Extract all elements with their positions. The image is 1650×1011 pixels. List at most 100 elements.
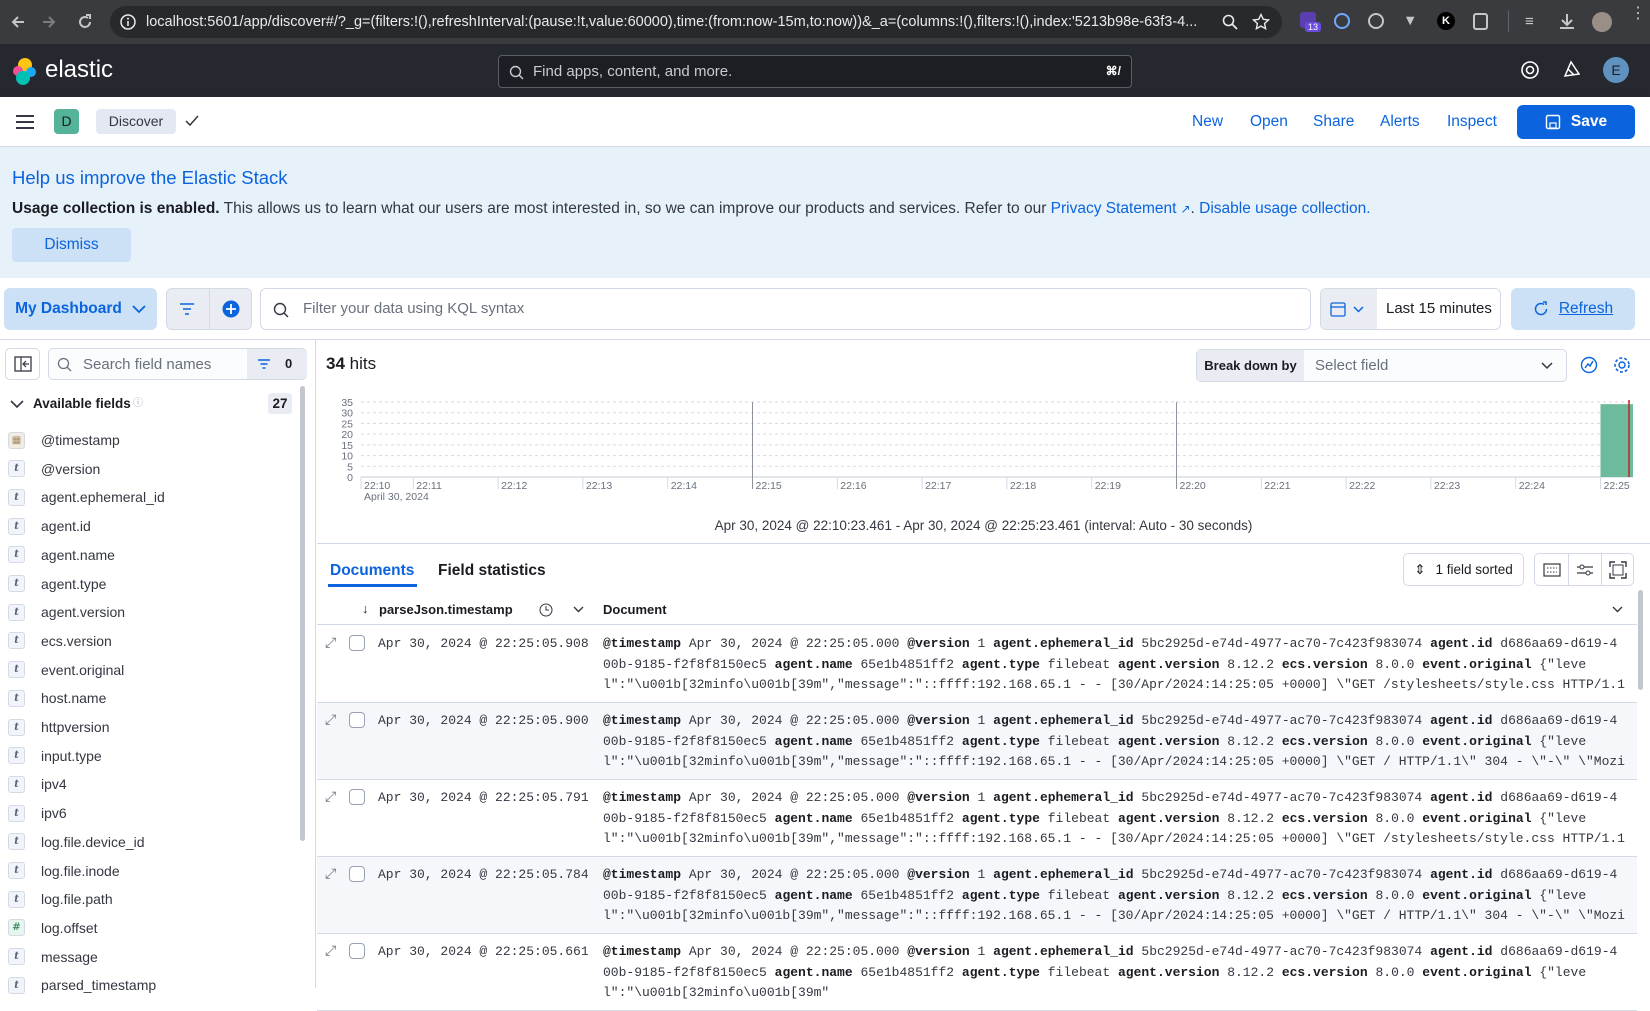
kql-query-input[interactable]: Filter your data using KQL syntax [260,288,1311,330]
field-type-filter-button[interactable]: 0 [247,349,307,379]
date-picker[interactable]: Last 15 minutes [1320,288,1501,330]
field-item[interactable]: ▦@timestamp [8,428,120,452]
field-item[interactable]: tlog.file.path [8,887,113,911]
expand-row-icon[interactable]: ⤢ [325,634,336,651]
address-bar[interactable]: localhost:5601/app/discover#/?_g=(filter… [110,6,1282,38]
profile-avatar[interactable] [1592,12,1612,32]
field-item[interactable]: tipv4 [8,772,67,796]
expand-row-icon[interactable]: ⤢ [325,788,336,805]
chart-settings-gear-icon[interactable] [1613,356,1631,374]
field-item[interactable]: thttpversion [8,715,109,739]
tab-field-statistics[interactable]: Field statistics [438,562,546,580]
dismiss-button[interactable]: Dismiss [12,228,131,262]
help-icon[interactable] [1520,60,1540,80]
sort-fields-button[interactable]: ⇕1 field sorted [1403,553,1524,586]
privacy-statement-link[interactable]: Privacy Statement [1051,200,1177,217]
field-item[interactable]: #log.offset [8,916,98,940]
browser-menu-icon[interactable]: ⋮ [1630,10,1646,18]
row-checkbox[interactable] [349,712,365,728]
reload-icon[interactable] [76,13,94,31]
visualize-edit-icon[interactable] [1580,356,1598,374]
refresh-button[interactable]: Refresh [1511,288,1635,330]
inspect-button[interactable]: Inspect [1447,113,1497,131]
keyboard-shortcuts-icon[interactable] [1543,563,1561,577]
bookmark-star-icon[interactable] [1252,13,1270,31]
string-field-icon: t [8,747,25,764]
global-search-input[interactable]: Find apps, content, and more. ⌘/ [498,55,1132,88]
extensions-puzzle-icon[interactable] [1473,13,1488,30]
elastic-logo-icon[interactable] [11,57,37,85]
row-checkbox[interactable] [349,943,365,959]
vue-extension-icon[interactable]: ▼ [1403,13,1417,29]
save-button[interactable]: Save [1517,105,1635,139]
table-row[interactable]: ⤢Apr 30, 2024 @ 22:25:05.661@timestamp A… [317,934,1637,1011]
table-row[interactable]: ⤢Apr 30, 2024 @ 22:25:05.900@timestamp A… [317,703,1637,780]
sidebar-scrollbar[interactable] [300,386,305,841]
field-item[interactable]: t@version [8,457,100,481]
quick-select-button[interactable] [1321,289,1377,329]
display-options-icon[interactable] [1576,563,1594,577]
fullscreen-icon[interactable] [1609,561,1627,579]
back-icon[interactable] [9,13,27,31]
row-checkbox[interactable] [349,635,365,651]
news-feed-icon[interactable] [1562,59,1582,79]
row-checkbox[interactable] [349,866,365,882]
add-filter-icon[interactable] [222,300,240,318]
menu-hamburger-icon[interactable] [15,113,35,131]
field-item[interactable]: tevent.original [8,658,124,682]
field-item[interactable]: tinput.type [8,744,102,768]
histogram-chart[interactable]: 0510152025303522:1022:1122:1222:1322:142… [317,390,1650,510]
field-item[interactable]: tipv6 [8,801,67,825]
date-field-icon: ▦ [8,432,25,449]
expand-row-icon[interactable]: ⤢ [325,711,336,728]
reading-list-icon[interactable]: ≡ [1525,13,1534,30]
field-item[interactable]: tmessage [8,945,98,969]
table-row[interactable]: ⤢Apr 30, 2024 @ 22:25:05.791@timestamp A… [317,780,1637,857]
field-item[interactable]: tlog.file.device_id [8,830,145,854]
table-row[interactable]: ⤢Apr 30, 2024 @ 22:25:05.784@timestamp A… [317,857,1637,934]
available-fields-header[interactable]: Available fields ⓘ 27 [8,392,298,416]
space-avatar[interactable]: D [54,109,79,134]
string-field-icon: t [8,948,25,965]
field-item[interactable]: tagent.name [8,543,115,567]
alerts-button[interactable]: Alerts [1380,113,1420,131]
grid-scrollbar[interactable] [1638,590,1643,690]
collapse-sidebar-button[interactable] [5,348,40,380]
disable-usage-link[interactable]: Disable usage collection. [1199,200,1370,217]
breakdown-select[interactable]: Break down by Select field [1196,349,1567,382]
extension-target-icon[interactable] [1368,13,1384,29]
field-search-input[interactable]: Search field names 0 [48,348,307,380]
user-avatar[interactable]: E [1603,57,1629,83]
site-info-icon[interactable] [120,14,136,30]
field-item[interactable]: tagent.id [8,514,91,538]
new-button[interactable]: New [1192,113,1223,131]
table-row[interactable]: ⤢Apr 30, 2024 @ 22:25:05.908@timestamp A… [317,626,1637,703]
field-item[interactable]: tagent.version [8,600,125,624]
expand-row-icon[interactable]: ⤢ [325,865,336,882]
open-button[interactable]: Open [1250,113,1288,131]
field-item[interactable]: tecs.version [8,629,112,653]
column-actions-chevron-icon[interactable] [573,606,584,613]
breadcrumb-discover[interactable]: Discover [96,109,176,134]
zoom-icon[interactable] [1222,14,1238,30]
field-item[interactable]: tagent.type [8,572,106,596]
extension-k-icon[interactable]: K [1437,12,1455,30]
column-actions-chevron-icon[interactable] [1612,606,1623,613]
react-devtools-icon[interactable] [1334,13,1350,29]
field-item[interactable]: thost.name [8,686,106,710]
share-button[interactable]: Share [1313,113,1354,131]
tab-documents[interactable]: Documents [330,562,414,580]
field-item[interactable]: tagent.ephemeral_id [8,485,165,509]
field-item[interactable]: tlog.file.inode [8,859,120,883]
expand-row-icon[interactable]: ⤢ [325,942,336,959]
row-timestamp: Apr 30, 2024 @ 22:25:05.908 [378,636,589,651]
download-icon[interactable] [1558,12,1576,30]
column-header-timestamp[interactable]: parseJson.timestamp [379,602,513,617]
row-checkbox[interactable] [349,789,365,805]
time-range-label[interactable]: Last 15 minutes [1386,300,1492,317]
data-view-picker[interactable]: My Dashboard [4,288,157,330]
field-item[interactable]: tparsed_timestamp [8,973,156,997]
filter-icon[interactable] [179,303,195,315]
column-header-document[interactable]: Document [603,602,667,617]
forward-icon[interactable] [40,13,58,31]
